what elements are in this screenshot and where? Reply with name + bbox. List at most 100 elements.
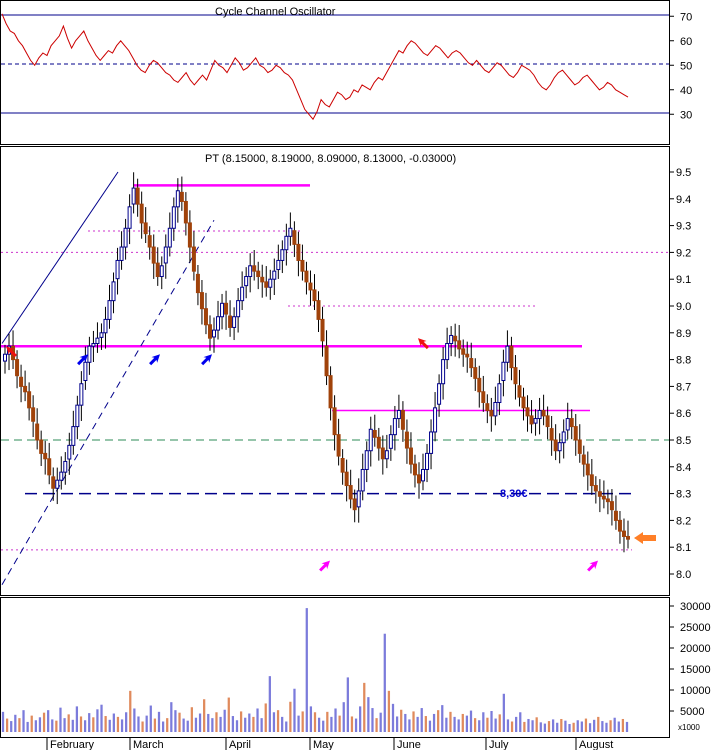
volume-bar-102 [420, 708, 423, 732]
volume-bar-140 [576, 720, 579, 732]
candle-body-36 [147, 235, 152, 248]
volume-bar-103 [424, 716, 427, 732]
candle-body-121 [489, 410, 494, 417]
oscillator-tick-label-0: 30 [680, 109, 692, 121]
candle-body-134 [541, 410, 546, 417]
price-tick-label-13: 9.3 [676, 221, 691, 233]
volume-bar-31 [129, 690, 132, 732]
candle-body-92 [372, 429, 377, 438]
candle-body-127 [513, 367, 518, 385]
volume-bar-21 [88, 713, 91, 732]
candle-body-107 [433, 407, 438, 433]
candle-body-118 [477, 377, 482, 393]
volume-bar-142 [584, 718, 588, 732]
candle-body-102 [412, 463, 417, 476]
volume-bar-108 [445, 717, 448, 732]
volume-bar-90 [371, 708, 374, 732]
candle-body-13 [55, 479, 60, 489]
candle-body-50 [203, 308, 208, 326]
candle-body-149 [601, 495, 606, 500]
low-arrow-magenta-2-shape [587, 560, 598, 572]
volume-bar-20 [83, 720, 87, 732]
volume-bar-42 [174, 710, 177, 732]
volume-bar-37 [153, 718, 157, 732]
candle-body-126 [509, 345, 514, 369]
candle-body-115 [465, 353, 470, 358]
volume-bar-29 [120, 719, 124, 732]
volume-tick-label-4: 25000 [680, 622, 711, 634]
candle-body-99 [400, 410, 405, 430]
candle-body-77 [312, 289, 317, 302]
volume-bar-0 [1, 711, 5, 732]
oscillator-panel-frame [0, 0, 670, 145]
candle-body-62 [252, 265, 257, 272]
candle-body-128 [517, 385, 522, 398]
candle-body-46 [187, 222, 192, 248]
candle-body-42 [171, 206, 176, 229]
candle-body-47 [191, 246, 196, 272]
volume-bar-67 [276, 710, 280, 732]
volume-bar-144 [593, 719, 596, 732]
candle-body-139 [561, 431, 566, 444]
volume-bar-55 [227, 697, 230, 732]
oscillator-title: Cycle Channel Oscillator [215, 6, 336, 18]
volume-tick-label-2: 15000 [680, 664, 711, 676]
volume-bar-46 [190, 707, 193, 732]
candle-body-0 [3, 353, 7, 362]
volume-bar-105 [432, 713, 436, 732]
volume-bar-33 [137, 716, 140, 732]
candle-body-56 [228, 315, 233, 328]
candle-body-22 [91, 343, 96, 347]
volume-bar-87 [359, 706, 362, 732]
volume-bar-136 [560, 718, 563, 732]
oscillator-line [1, 13, 629, 121]
volume-tick-label-5: 30000 [680, 601, 711, 613]
volume-bar-104 [428, 720, 432, 732]
volume-bar-53 [219, 716, 222, 732]
volume-bar-11 [47, 710, 50, 732]
month-label-3: May [313, 739, 334, 750]
candle-body-30 [123, 227, 128, 248]
price-panel-frame [0, 146, 670, 596]
volume-bar-66 [272, 712, 276, 732]
candle-body-101 [408, 447, 413, 465]
candle-body-152 [613, 510, 618, 521]
volume-bar-5 [22, 710, 25, 732]
candle-body-153 [617, 519, 622, 532]
volume-bar-41 [170, 702, 173, 732]
volume-bar-52 [215, 712, 218, 732]
volume-bar-151 [621, 718, 625, 732]
candle-body-38 [155, 262, 160, 278]
candle-body-72 [292, 230, 297, 245]
volume-bar-147 [605, 722, 608, 732]
price-tick-label-4: 8.4 [676, 462, 691, 474]
volume-tick-label-0: 5000 [680, 706, 704, 718]
month-label-1: March [133, 739, 164, 750]
volume-bar-59 [244, 717, 247, 732]
volume-bar-81 [334, 708, 337, 732]
price-tick-label-3: 8.3 [676, 489, 691, 501]
candle-body-55 [224, 302, 229, 315]
volume-bar-45 [186, 720, 189, 732]
candle-body-97 [392, 418, 397, 436]
month-label-5: July [489, 739, 509, 750]
volume-bar-92 [379, 712, 382, 732]
volume-bar-76 [313, 712, 317, 732]
candle-body-95 [384, 450, 389, 460]
volume-bar-148 [609, 720, 612, 732]
candle-body-52 [212, 329, 217, 338]
volume-bar-78 [322, 720, 325, 732]
candle-body-135 [545, 415, 550, 428]
volume-bar-57 [235, 720, 239, 732]
volume-bar-35 [145, 715, 148, 732]
candle-body-45 [183, 200, 188, 224]
volume-bar-91 [375, 718, 378, 732]
volume-bar-143 [588, 723, 592, 732]
volume-bar-63 [260, 718, 263, 732]
volume-bar-48 [198, 713, 202, 732]
volume-bar-1 [5, 718, 9, 732]
volume-bar-124 [510, 721, 514, 732]
volume-bar-43 [178, 712, 181, 732]
volume-bar-50 [207, 713, 210, 732]
volume-bar-72 [297, 715, 300, 732]
